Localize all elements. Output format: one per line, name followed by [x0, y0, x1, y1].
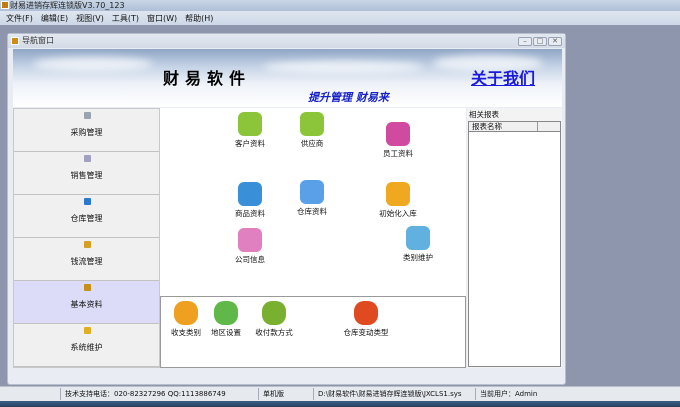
module-tile-7[interactable]: 类别维护 — [388, 226, 448, 263]
navigation-window: 导航窗口 – □ ✕ 财易软件 提升管理 财易来 关于我们 采购管理销售管理仓库… — [7, 33, 566, 385]
module-tile-5[interactable]: 初始化入库 — [368, 182, 428, 219]
tile-label: 供应商 — [300, 139, 324, 148]
reports-table[interactable]: 报表名称 — [468, 121, 561, 367]
sidebar-item-label: 系统维护 — [70, 343, 103, 352]
module-tile-6[interactable]: 公司信息 — [220, 228, 280, 265]
sidebar-item-label: 基本资料 — [70, 300, 103, 309]
app-title: 财易进销存辉连锁版V3.70_123 — [10, 1, 125, 10]
window-icon — [11, 37, 19, 45]
app-title-bar: 财易进销存辉连锁版V3.70_123 — [0, 0, 680, 11]
status-support: 技术支持电话：020-82327296 QQ:1113886749 — [60, 388, 226, 400]
status-bar: 技术支持电话：020-82327296 QQ:1113886749 单机版 D:… — [0, 386, 680, 401]
sidebar-item-label: 仓库管理 — [70, 214, 103, 223]
menu-window[interactable]: 窗口(W) — [147, 13, 177, 24]
app-icon — [1, 1, 9, 9]
close-button[interactable]: ✕ — [548, 37, 562, 46]
sidebar-item-1[interactable]: 销售管理 — [14, 152, 159, 195]
module-tile-3[interactable]: 商品资料 — [220, 182, 280, 219]
tile-label: 类别维护 — [403, 253, 433, 262]
employee-icon — [386, 122, 410, 146]
category-icon — [406, 226, 430, 250]
init-stock-icon — [386, 182, 410, 206]
warehouse-data-icon — [300, 180, 324, 204]
sidebar-item-5[interactable]: 系统维护 — [14, 324, 159, 367]
tile-label: 客户资料 — [235, 139, 265, 148]
module-tile-4[interactable]: 仓库资料 — [282, 180, 342, 217]
reports-table-header: 报表名称 — [469, 122, 560, 132]
supplier-icon — [300, 112, 324, 136]
module-tile-2[interactable]: 员工资料 — [368, 122, 428, 159]
tile-label: 仓库变动类型 — [343, 328, 389, 337]
company-icon — [238, 228, 262, 252]
status-mode: 单机版 — [258, 388, 284, 400]
related-reports-title: 相关报表 — [469, 110, 499, 119]
money-icon — [84, 241, 91, 248]
customer-icon — [238, 112, 262, 136]
module-panel: 客户资料 供应商员工资料商品资料 仓库资料 初始化入库公司信息 类别维护 — [160, 108, 466, 296]
status-path: D:\财易软件\财易进销存辉连锁版\JXCLS1.sys — [313, 388, 462, 400]
module-tile-1[interactable]: 供应商 — [282, 112, 342, 149]
sidebar-nav: 采购管理销售管理仓库管理钱流管理基本资料系统维护 — [13, 108, 160, 368]
column-report-name[interactable]: 报表名称 — [472, 122, 538, 131]
about-us-link[interactable]: 关于我们 — [471, 65, 535, 89]
child-title-bar: 导航窗口 – □ ✕ — [8, 34, 565, 48]
sub-module-tile-3[interactable]: 仓库变动类型 — [341, 301, 391, 338]
purse-icon — [174, 301, 198, 325]
sidebar-item-label: 钱流管理 — [70, 257, 103, 266]
banner: 财易软件 提升管理 财易来 关于我们 — [13, 49, 562, 107]
tile-label: 公司信息 — [235, 255, 265, 264]
menu-edit[interactable]: 编辑(E) — [41, 13, 68, 24]
sidebar-item-label: 销售管理 — [70, 171, 103, 180]
tile-label: 仓库资料 — [297, 207, 327, 216]
maximize-button[interactable]: □ — [533, 37, 547, 46]
minimize-button[interactable]: – — [518, 37, 532, 46]
purchase-icon — [84, 112, 91, 119]
sidebar-item-4[interactable]: 基本资料 — [14, 281, 159, 324]
menu-tools[interactable]: 工具(T) — [112, 13, 139, 24]
system-icon — [84, 327, 91, 334]
globe-icon — [214, 301, 238, 325]
tile-label: 员工资料 — [383, 149, 413, 158]
basic-info-icon — [84, 284, 91, 291]
sidebar-item-0[interactable]: 采购管理 — [14, 109, 159, 152]
sidebar-item-3[interactable]: 钱流管理 — [14, 238, 159, 281]
tile-label: 商品资料 — [235, 209, 265, 218]
brand-name: 财易软件 — [163, 69, 252, 88]
change-type-icon — [354, 301, 378, 325]
child-title: 导航窗口 — [22, 36, 54, 45]
tile-label: 收付款方式 — [255, 328, 293, 337]
sub-module-panel: 收支类别 地区设置 收付款方式 仓库变动类型 — [160, 296, 466, 368]
menu-bar: 文件(F) 编辑(E) 视图(V) 工具(T) 窗口(W) 帮助(H) — [0, 11, 680, 25]
sub-module-tile-2[interactable]: 收付款方式 — [249, 301, 299, 338]
status-user: 当前用户：Admin — [475, 388, 537, 400]
sidebar-item-2[interactable]: 仓库管理 — [14, 195, 159, 238]
taskbar — [0, 401, 680, 407]
sub-module-tile-1[interactable]: 地区设置 — [201, 301, 251, 338]
sidebar-item-label: 采购管理 — [70, 128, 103, 137]
menu-file[interactable]: 文件(F) — [6, 13, 33, 24]
sales-icon — [84, 155, 91, 162]
module-tile-0[interactable]: 客户资料 — [220, 112, 280, 149]
goods-icon — [238, 182, 262, 206]
menu-help[interactable]: 帮助(H) — [185, 13, 213, 24]
menu-view[interactable]: 视图(V) — [76, 13, 104, 24]
tile-label: 初始化入库 — [379, 209, 417, 218]
moneybag-icon — [262, 301, 286, 325]
slogan: 提升管理 财易来 — [308, 91, 389, 104]
related-reports-panel: 相关报表 报表名称 — [467, 108, 562, 368]
tile-label: 地区设置 — [211, 328, 241, 337]
warehouse-icon — [84, 198, 91, 205]
